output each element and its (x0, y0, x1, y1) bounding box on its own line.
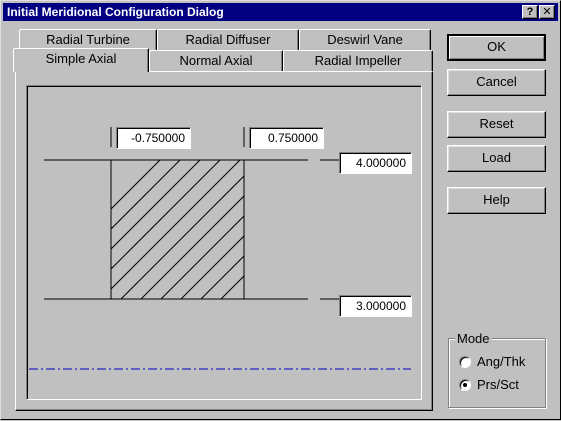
tab-radial-diffuser[interactable]: Radial Diffuser (157, 29, 299, 51)
left-x-field[interactable]: -0.750000 (116, 127, 191, 149)
ok-button[interactable]: OK (447, 34, 546, 61)
radio-label: Prs/Sct (477, 377, 519, 392)
bottom-radius-field[interactable]: 3.000000 (339, 295, 412, 317)
meridional-canvas[interactable] (26, 85, 422, 400)
help-icon[interactable]: ? (522, 5, 538, 19)
load-button[interactable]: Load (447, 145, 546, 172)
help-button[interactable]: Help (447, 187, 546, 214)
radio-selected-icon[interactable] (459, 379, 471, 391)
top-radius-field[interactable]: 4.000000 (339, 152, 412, 174)
radio-unselected-icon[interactable] (459, 356, 471, 368)
dialog-window: Initial Meridional Configuration Dialog … (0, 0, 561, 420)
radio-label: Ang/Thk (477, 354, 526, 369)
tab-radial-impeller[interactable]: Radial Impeller (283, 50, 433, 72)
tab-normal-axial[interactable]: Normal Axial (149, 50, 283, 72)
close-icon[interactable]: ✕ (539, 5, 555, 19)
title-bar[interactable]: Initial Meridional Configuration Dialog … (3, 3, 558, 21)
tab-simple-axial[interactable]: Simple Axial (13, 48, 149, 72)
cancel-button[interactable]: Cancel (447, 69, 546, 96)
window-title: Initial Meridional Configuration Dialog (7, 5, 224, 19)
mode-label: Mode (455, 331, 492, 346)
reset-button[interactable]: Reset (447, 111, 546, 138)
tab-deswirl-vane[interactable]: Deswirl Vane (299, 29, 431, 51)
right-x-field[interactable]: 0.750000 (249, 127, 324, 149)
mode-groupbox: Mode Ang/Thk Prs/Sct (448, 331, 546, 408)
